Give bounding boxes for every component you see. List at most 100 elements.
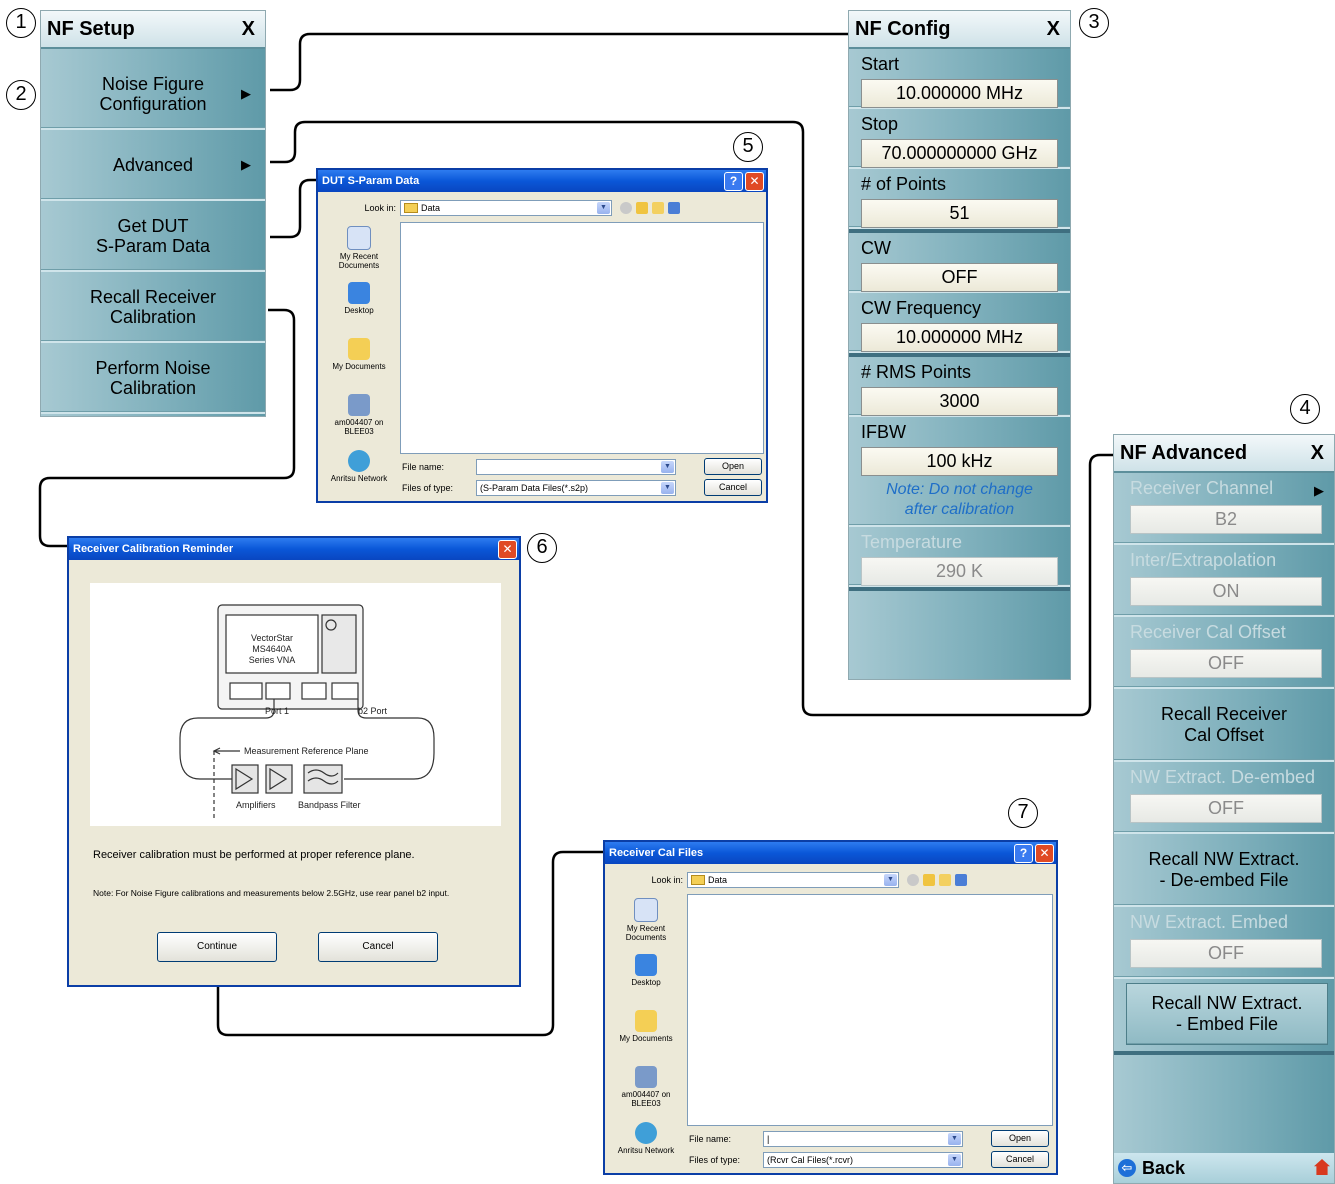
back-icon[interactable] bbox=[907, 874, 919, 886]
cancel-button[interactable]: Cancel bbox=[991, 1151, 1049, 1168]
nf-setup-titlebar: NF Setup X bbox=[41, 11, 265, 49]
close-icon[interactable]: X bbox=[1311, 442, 1324, 465]
stop-input[interactable]: 70.000000000 GHz bbox=[861, 139, 1058, 168]
vna-label-line: MS4640A bbox=[252, 644, 292, 654]
look-in-dropdown[interactable]: Data ▼ bbox=[687, 872, 899, 888]
nf-config-panel: NF Config X Start 10.000000 MHz Stop 70.… bbox=[848, 10, 1071, 680]
views-icon[interactable] bbox=[955, 874, 967, 886]
new-folder-icon[interactable] bbox=[652, 202, 664, 214]
toolbar bbox=[620, 202, 680, 214]
desktop-icon bbox=[348, 282, 370, 304]
advanced-button[interactable]: Advanced ▶ bbox=[41, 130, 265, 201]
new-folder-icon[interactable] bbox=[939, 874, 951, 886]
help-icon[interactable]: ? bbox=[1014, 844, 1033, 863]
vna-label-line: VectorStar bbox=[251, 633, 293, 643]
close-icon[interactable]: ✕ bbox=[745, 172, 764, 191]
back-icon[interactable] bbox=[620, 202, 632, 214]
cancel-button[interactable]: Cancel bbox=[318, 932, 438, 962]
close-icon[interactable]: ✕ bbox=[1035, 844, 1054, 863]
recall-nw-deembed-label: Recall NW Extract. - De-embed File bbox=[1148, 848, 1300, 890]
chevron-down-icon: ▼ bbox=[884, 874, 897, 886]
views-icon[interactable] bbox=[668, 202, 680, 214]
look-in-row: Look in: Data ▼ bbox=[362, 200, 762, 216]
advanced-label: Advanced bbox=[112, 154, 194, 175]
look-in-value: Data bbox=[708, 875, 728, 885]
look-in-label: Look in: bbox=[364, 203, 396, 213]
points-input[interactable]: 51 bbox=[861, 199, 1058, 228]
arrow-right-icon: ▶ bbox=[241, 156, 251, 172]
place-network-drive[interactable]: am004407 on BLEE03 bbox=[611, 1066, 681, 1122]
recall-receiver-cal-offset-button[interactable]: Recall Receiver Cal Offset bbox=[1114, 689, 1334, 762]
place-recent[interactable]: My Recent Documents bbox=[324, 222, 394, 282]
setup-diagram: VectorStar MS4640A Series VNA Port 1 b2 Po… bbox=[90, 583, 501, 826]
rms-points-input[interactable]: 3000 bbox=[861, 387, 1058, 416]
noise-figure-configuration-button[interactable]: Noise Figure Configuration ▶ bbox=[41, 59, 265, 130]
get-dut-sparam-button[interactable]: Get DUT S-Param Data bbox=[41, 201, 265, 272]
desktop-icon bbox=[635, 954, 657, 976]
bandpass-filter-label: Bandpass Filter bbox=[298, 800, 361, 810]
recall-nw-embed-button[interactable]: Recall NW Extract. - Embed File bbox=[1126, 983, 1328, 1045]
ifbw-input[interactable]: 100 kHz bbox=[861, 447, 1058, 476]
dut-sparam-titlebar: DUT S-Param Data ? ✕ bbox=[318, 170, 766, 192]
places-bar: My Recent Documents Desktop My Documents… bbox=[611, 894, 681, 1168]
stop-field: Stop 70.000000000 GHz bbox=[849, 109, 1070, 169]
up-folder-icon[interactable] bbox=[636, 202, 648, 214]
cw-toggle[interactable]: OFF bbox=[861, 263, 1058, 292]
file-type-value: (Rcvr Cal Files(*.rcvr) bbox=[767, 1155, 853, 1165]
place-my-documents[interactable]: My Documents bbox=[611, 1010, 681, 1066]
up-folder-icon[interactable] bbox=[923, 874, 935, 886]
start-input[interactable]: 10.000000 MHz bbox=[861, 79, 1058, 108]
file-type-dropdown[interactable]: (Rcvr Cal Files(*.rcvr) ▼ bbox=[763, 1152, 963, 1168]
receiver-cal-files-titlebar: Receiver Cal Files ? ✕ bbox=[605, 842, 1056, 864]
file-type-value: (S-Param Data Files(*.s2p) bbox=[480, 483, 589, 493]
reminder-message: Receiver calibration must be performed a… bbox=[93, 849, 415, 861]
home-icon[interactable] bbox=[1314, 1159, 1330, 1175]
continue-button[interactable]: Continue bbox=[157, 932, 277, 962]
receiver-cal-offset-label: Receiver Cal Offset bbox=[1130, 622, 1286, 642]
inter-extrapolation-label: Inter/Extrapolation bbox=[1130, 550, 1277, 570]
close-icon[interactable]: X bbox=[1047, 18, 1060, 41]
file-list[interactable] bbox=[687, 894, 1053, 1126]
place-label: My Documents bbox=[619, 1034, 673, 1043]
place-anritsu-network[interactable]: Anritsu Network bbox=[324, 450, 394, 496]
cw-frequency-field: CW Frequency 10.000000 MHz bbox=[849, 293, 1070, 353]
look-in-dropdown[interactable]: Data ▼ bbox=[400, 200, 612, 216]
look-in-value: Data bbox=[421, 203, 441, 213]
close-icon[interactable]: ✕ bbox=[498, 540, 517, 559]
back-bar[interactable]: ⇦ Back bbox=[1114, 1153, 1334, 1183]
callout-2: 2 bbox=[6, 80, 36, 110]
file-list[interactable] bbox=[400, 222, 764, 454]
place-desktop[interactable]: Desktop bbox=[611, 954, 681, 1010]
file-name-label: File name: bbox=[402, 462, 445, 472]
open-button[interactable]: Open bbox=[991, 1130, 1049, 1147]
recall-receiver-calibration-button[interactable]: Recall Receiver Calibration bbox=[41, 272, 265, 343]
start-label: Start bbox=[861, 54, 900, 74]
cancel-button[interactable]: Cancel bbox=[704, 479, 762, 496]
toolbar bbox=[907, 874, 967, 886]
perform-noise-calibration-button[interactable]: Perform Noise Calibration bbox=[41, 343, 265, 414]
place-desktop[interactable]: Desktop bbox=[324, 282, 394, 338]
callout-1: 1 bbox=[6, 8, 36, 38]
place-recent[interactable]: My Recent Documents bbox=[611, 894, 681, 954]
recall-nw-embed-label: Recall NW Extract. - Embed File bbox=[1151, 993, 1303, 1034]
callout-3: 3 bbox=[1079, 8, 1109, 38]
open-button[interactable]: Open bbox=[704, 458, 762, 475]
close-icon[interactable]: X bbox=[242, 18, 255, 41]
vna-label: VectorStar MS4640A Series VNA bbox=[249, 633, 296, 665]
recall-nw-deembed-button[interactable]: Recall NW Extract. - De-embed File bbox=[1114, 834, 1334, 907]
temperature-field: Temperature 290 K bbox=[849, 527, 1070, 587]
noise-figure-configuration-label: Noise Figure Configuration bbox=[99, 73, 207, 114]
file-name-input[interactable]: ▼ bbox=[476, 459, 676, 475]
callout-5: 5 bbox=[733, 132, 763, 162]
file-type-dropdown[interactable]: (S-Param Data Files(*.s2p) ▼ bbox=[476, 480, 676, 496]
help-icon[interactable]: ? bbox=[724, 172, 743, 191]
place-my-documents[interactable]: My Documents bbox=[324, 338, 394, 394]
file-name-input[interactable]: | ▼ bbox=[763, 1131, 963, 1147]
cw-frequency-input[interactable]: 10.000000 MHz bbox=[861, 323, 1058, 352]
computer-icon bbox=[635, 1066, 657, 1088]
chevron-down-icon: ▼ bbox=[948, 1133, 961, 1145]
place-label: Anritsu Network bbox=[330, 474, 388, 483]
place-network-drive[interactable]: am004407 on BLEE03 bbox=[324, 394, 394, 450]
dut-sparam-dialog: DUT S-Param Data ? ✕ Look in: Data ▼ My … bbox=[316, 168, 768, 503]
place-anritsu-network[interactable]: Anritsu Network bbox=[611, 1122, 681, 1168]
